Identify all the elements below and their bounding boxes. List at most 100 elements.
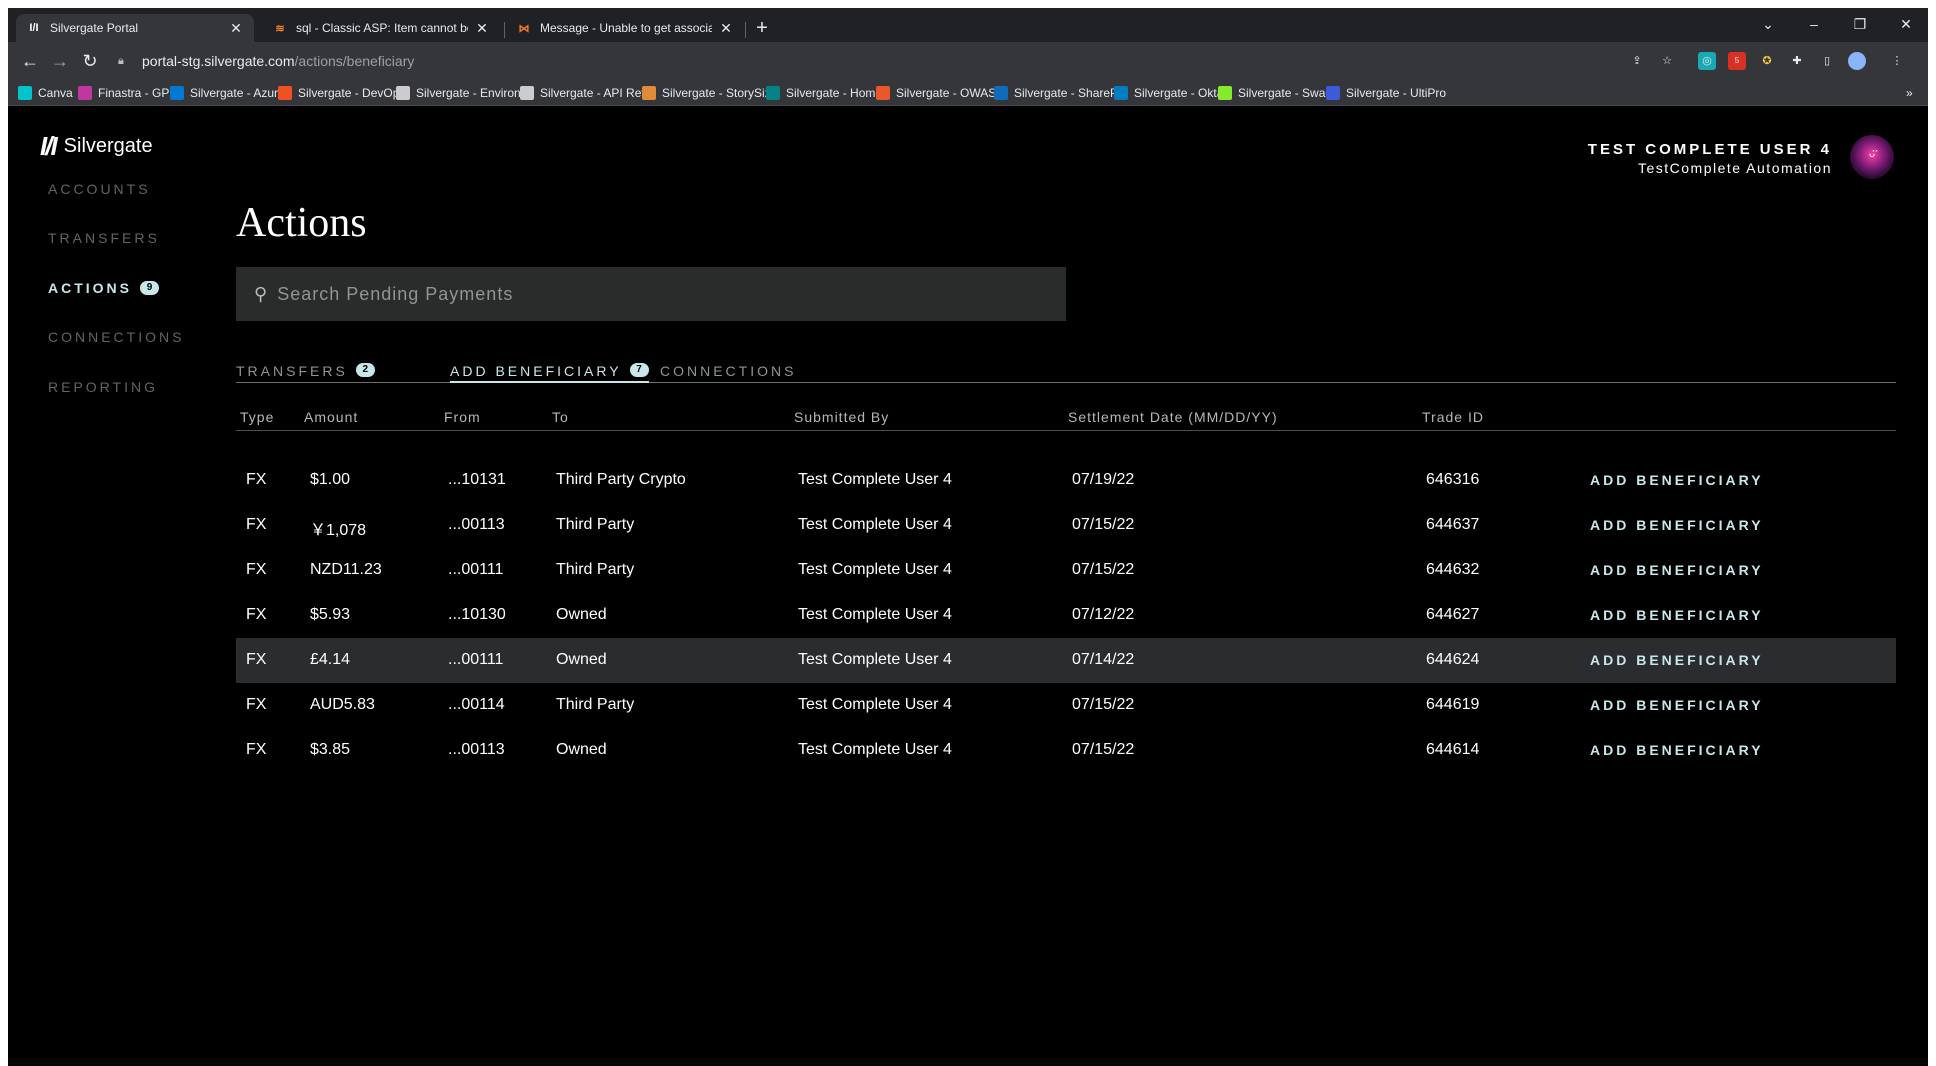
share-icon[interactable]: ⇪ <box>1628 52 1646 70</box>
add-beneficiary-link[interactable]: ADD BENEFICIARY <box>1590 607 1764 623</box>
search-box[interactable]: ⚲ <box>236 267 1066 321</box>
bookmarks-bar: Canva Finastra - GPP Silvergate - Azure Sil… <box>8 80 1928 106</box>
bookmark-icon <box>18 86 32 100</box>
sidebar-item-label: TRANSFERS <box>48 230 160 246</box>
sidebar-item-connections[interactable]: CONNECTIONS <box>48 329 184 345</box>
cell-settlement-date: 07/19/22 <box>1072 471 1135 488</box>
extension-badge-icon[interactable]: 5 <box>1728 52 1746 70</box>
cell-from: ...00113 <box>448 516 505 533</box>
cell-submitted-by: Test Complete User 4 <box>798 516 952 533</box>
cell-amount: ￥1,078 <box>310 522 367 539</box>
bookmark-item[interactable]: Silvergate - Azure <box>170 84 285 102</box>
add-beneficiary-link[interactable]: ADD BENEFICIARY <box>1590 652 1764 668</box>
bookmark-label: Silvergate - Environ... <box>416 86 531 100</box>
cell-type: FX <box>246 516 267 533</box>
bookmark-icon <box>876 86 890 100</box>
brand-name: Silvergate <box>63 135 153 157</box>
close-icon[interactable]: ✕ <box>474 20 490 37</box>
cell-submitted-by: Test Complete User 4 <box>798 651 952 668</box>
table-row[interactable]: FX $5.93 ...10130 Owned Test Complete User 4… <box>236 593 1896 638</box>
add-beneficiary-link[interactable]: ADD BENEFICIARY <box>1590 742 1764 758</box>
cell-from: ...00111 <box>448 651 504 668</box>
add-beneficiary-link[interactable]: ADD BENEFICIARY <box>1590 562 1764 578</box>
reload-icon[interactable]: ↻ <box>78 49 102 73</box>
close-icon[interactable]: ✕ <box>718 20 734 37</box>
cell-trade-id: 644627 <box>1426 606 1480 623</box>
window-close-icon[interactable]: ✕ <box>1886 12 1926 36</box>
cell-to: Owned <box>556 651 607 668</box>
more-bookmarks-icon[interactable]: » <box>1906 84 1913 102</box>
add-beneficiary-link[interactable]: ADD BENEFICIARY <box>1590 472 1764 488</box>
tab-search-icon[interactable]: ⌄ <box>1748 12 1788 36</box>
bookmark-item[interactable]: Silvergate - ShareP... <box>994 84 1127 102</box>
cell-amount: £4.14 <box>310 651 351 668</box>
menu-icon[interactable]: ⋮ <box>1888 52 1906 70</box>
table-row[interactable]: FX NZD11.23 ...00111 Third Party Test Comple… <box>236 548 1896 593</box>
back-icon[interactable]: ← <box>18 49 42 73</box>
side-panel-icon[interactable]: ▯ <box>1818 52 1836 70</box>
sidebar-item-reporting[interactable]: REPORTING <box>48 379 158 395</box>
table-row[interactable]: FX $3.85 ...00113 Owned Test Complete User 4… <box>236 728 1896 773</box>
bookmark-icon <box>278 86 292 100</box>
add-beneficiary-link[interactable]: ADD BENEFICIARY <box>1590 517 1764 533</box>
table-row[interactable]: FX ￥1,078 ...00113 Third Party Test Complete… <box>236 503 1896 548</box>
table-row[interactable]: FX AUD5.83 ...00114 Third Party Test Complet… <box>236 683 1896 728</box>
minimize-icon[interactable]: – <box>1794 12 1834 36</box>
new-tab-button[interactable]: + <box>750 16 774 40</box>
bookmark-item[interactable]: Silvergate - Swag <box>1218 84 1332 102</box>
bookmark-item[interactable]: Silvergate - OWASP <box>876 84 1004 102</box>
extension-icon[interactable]: ◎ <box>1698 52 1716 70</box>
tab-connections[interactable]: CONNECTIONS <box>660 363 796 383</box>
puzzle-icon[interactable]: ✚ <box>1788 52 1806 70</box>
bookmark-item[interactable]: Canva <box>18 84 73 102</box>
url-host: portal-stg.silvergate.com <box>142 53 295 69</box>
cell-type: FX <box>246 606 267 623</box>
address-bar[interactable]: 🔒︎ portal-stg.silvergate.com/actions/ben… <box>118 46 1318 76</box>
bookmark-icon <box>766 86 780 100</box>
table-row[interactable]: FX $1.00 ...10131 Third Party Crypto Test Co… <box>236 458 1896 503</box>
bookmark-item[interactable]: Silvergate - UltiPro <box>1326 84 1446 102</box>
column-header: From <box>444 409 481 425</box>
tab-title: sql - Classic ASP: Item cannot be <box>296 21 468 35</box>
browser-tab-sql[interactable]: ≋ sql - Classic ASP: Item cannot be ✕ <box>262 14 500 42</box>
bookmark-item[interactable]: Silvergate - Environ... <box>396 84 531 102</box>
user-info[interactable]: TEST COMPLETE USER 4 TestComplete Automa… <box>1588 141 1832 176</box>
cell-settlement-date: 07/15/22 <box>1072 696 1135 713</box>
tab-transfers[interactable]: TRANSFERS 2 <box>236 363 375 383</box>
sidebar-item-accounts[interactable]: ACCOUNTS <box>48 181 151 197</box>
tab-add-beneficiary[interactable]: ADD BENEFICIARY 7 <box>450 363 649 383</box>
bookmark-item[interactable]: Finastra - GPP <box>78 84 177 102</box>
bookmark-item[interactable]: Silvergate - Okta <box>1114 84 1223 102</box>
bookmark-item[interactable]: Silvergate - Home <box>766 84 882 102</box>
bookmark-label: Silvergate - Okta <box>1134 86 1224 100</box>
bookmark-item[interactable]: Silvergate - StorySiz... <box>642 84 781 102</box>
tab-strip: I/I Silvergate Portal ✕ ≋ sql - Classic … <box>8 8 1928 42</box>
bookmark-icon <box>78 86 92 100</box>
cell-to: Third Party <box>556 696 635 713</box>
close-icon[interactable]: ✕ <box>228 20 244 37</box>
search-input[interactable] <box>277 283 1038 305</box>
sidebar-item-transfers[interactable]: TRANSFERS <box>48 230 160 246</box>
bookmark-star-icon[interactable]: ☆ <box>1658 52 1676 70</box>
browser-tab-message[interactable]: ⋈ Message - Unable to get associat ✕ <box>506 14 744 42</box>
cell-amount: NZD11.23 <box>310 561 382 578</box>
sidebar-item-actions[interactable]: ACTIONS 9 <box>48 280 159 296</box>
bookmark-icon <box>1114 86 1128 100</box>
extension-icon[interactable]: ✪ <box>1758 52 1776 70</box>
extension-badge-count: 5 <box>1734 56 1740 65</box>
bookmark-item[interactable]: Silvergate - API Ref... <box>520 84 655 102</box>
restore-icon[interactable]: ❐ <box>1840 12 1880 36</box>
browser-tab-silvergate[interactable]: I/I Silvergate Portal ✕ <box>16 14 254 42</box>
silvergate-logo[interactable]: I/I Silvergate <box>40 131 153 162</box>
bookmark-icon <box>994 86 1008 100</box>
avatar[interactable]: ᵕ̈ <box>1850 135 1894 179</box>
stackoverflow-favicon-icon: ≋ <box>275 22 285 35</box>
add-beneficiary-link[interactable]: ADD BENEFICIARY <box>1590 697 1764 713</box>
profile-avatar-icon[interactable] <box>1848 52 1866 70</box>
table-row[interactable]: FX £4.14 ...00111 Owned Test Complete User 4… <box>236 638 1896 683</box>
bookmark-item[interactable]: Silvergate - DevOps <box>278 84 405 102</box>
bookmark-icon <box>520 86 534 100</box>
column-header: To <box>552 409 569 425</box>
cell-trade-id: 644632 <box>1426 561 1480 578</box>
forward-icon[interactable]: → <box>48 49 72 73</box>
